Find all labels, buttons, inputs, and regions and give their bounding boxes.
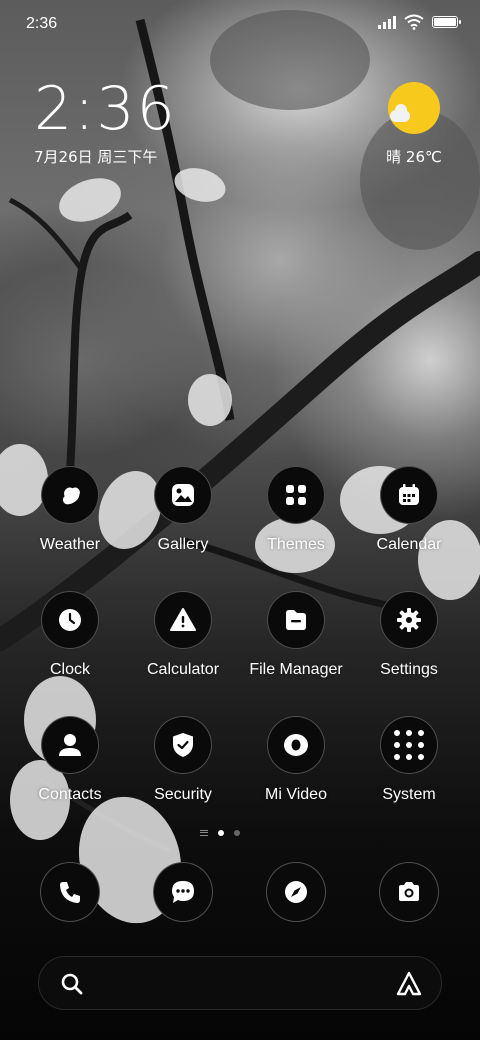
dock-messages[interactable] — [153, 862, 215, 922]
clock-time: 2:36 — [34, 74, 177, 144]
page-dot-active[interactable] — [218, 830, 224, 836]
app-gallery[interactable]: Gallery — [128, 466, 238, 554]
folder-icon — [380, 716, 438, 774]
compass-icon — [266, 862, 326, 922]
app-label: Gallery — [157, 536, 209, 553]
app-label: Weather — [39, 536, 101, 553]
themes-icon — [267, 466, 325, 524]
app-settings[interactable]: Settings — [354, 591, 464, 679]
app-weather[interactable]: Weather — [15, 466, 125, 554]
app-label: Calculator — [146, 661, 220, 678]
camera-icon — [379, 862, 439, 922]
contacts-icon — [41, 716, 99, 774]
clock-icon — [41, 591, 99, 649]
app-clock[interactable]: Clock — [15, 591, 125, 679]
weather-widget[interactable]: 晴 26℃ — [384, 82, 444, 167]
app-system-folder[interactable]: System — [354, 716, 464, 804]
search-bar[interactable] — [38, 956, 442, 1010]
app-mi-video[interactable]: Mi Video — [241, 716, 351, 804]
app-label: Contacts — [38, 786, 102, 803]
app-calendar[interactable]: Calendar — [354, 466, 464, 554]
app-label: System — [382, 786, 436, 803]
file-manager-icon — [267, 591, 325, 649]
app-security[interactable]: Security — [128, 716, 238, 804]
gallery-icon — [154, 466, 212, 524]
status-icons — [378, 14, 461, 30]
status-bar: 2:36 — [0, 0, 480, 50]
app-label: Clock — [49, 661, 90, 678]
assistant-icon[interactable] — [395, 970, 423, 998]
dock-camera[interactable] — [379, 862, 441, 922]
weather-text: 晴 26℃ — [386, 148, 442, 166]
app-label: Themes — [267, 536, 325, 553]
message-icon — [153, 862, 213, 922]
phone-icon — [40, 862, 100, 922]
wifi-icon — [404, 14, 424, 30]
gear-icon — [380, 591, 438, 649]
clock-widget[interactable]: 2:36 7月26日 周三下午 — [34, 78, 177, 167]
app-label: Mi Video — [265, 786, 327, 803]
app-label: File Manager — [249, 661, 343, 678]
status-time: 2:36 — [26, 15, 58, 32]
weather-icon — [41, 466, 99, 524]
video-icon — [267, 716, 325, 774]
app-file-manager[interactable]: File Manager — [241, 591, 351, 679]
app-themes[interactable]: Themes — [241, 466, 351, 554]
shield-icon — [154, 716, 212, 774]
signal-icon — [378, 15, 396, 29]
app-label: Settings — [380, 661, 438, 678]
sun-cloud-icon — [388, 82, 440, 134]
page-indicator[interactable] — [200, 830, 240, 836]
page-dot[interactable] — [234, 830, 240, 836]
app-contacts[interactable]: Contacts — [15, 716, 125, 804]
dock-browser[interactable] — [266, 862, 328, 922]
calendar-icon — [380, 466, 438, 524]
clock-date: 7月26日 周三下午 — [34, 148, 158, 166]
battery-icon — [432, 16, 461, 28]
calculator-icon — [154, 591, 212, 649]
app-list-icon[interactable] — [200, 830, 208, 836]
dock-phone[interactable] — [40, 862, 102, 922]
app-label: Security — [154, 786, 212, 803]
app-label: Calendar — [376, 536, 442, 553]
search-icon — [61, 973, 83, 995]
app-calculator[interactable]: Calculator — [128, 591, 238, 679]
